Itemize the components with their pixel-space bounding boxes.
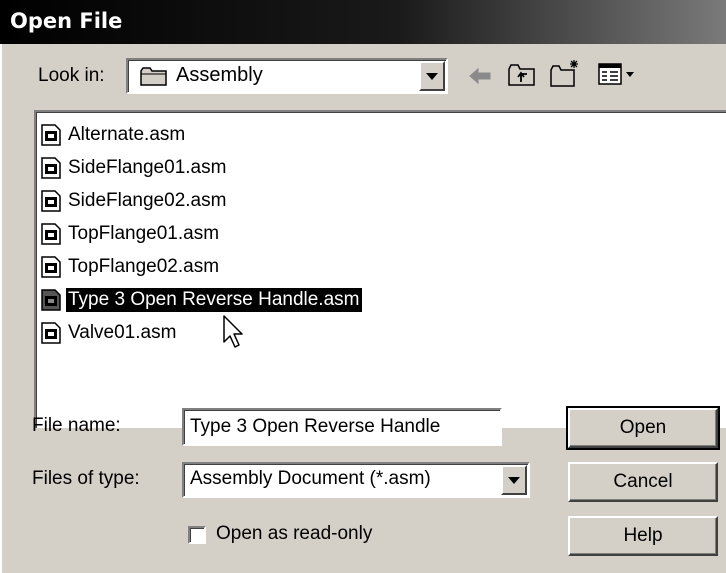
file-list-item-selected[interactable]: Type 3 Open Reverse Handle.asm (41, 285, 362, 315)
file-name-text: TopFlange01.asm (68, 223, 220, 244)
files-of-type-value: Assembly Document (*.asm) (190, 468, 431, 489)
file-name-text: Valve01.asm (68, 322, 177, 343)
window-title: Open File (10, 9, 123, 33)
file-list-item[interactable]: TopFlange02.asm (41, 252, 221, 282)
file-list-item[interactable]: SideFlange02.asm (41, 186, 228, 216)
open-button[interactable]: Open (566, 406, 720, 450)
files-of-type-dropdown-button[interactable] (501, 465, 527, 495)
file-name-text: TopFlange02.asm (68, 256, 220, 277)
file-name-input[interactable]: Type 3 Open Reverse Handle (182, 408, 502, 446)
file-list-item[interactable]: Alternate.asm (41, 120, 187, 150)
look-in-label: Look in: (38, 65, 105, 86)
assembly-file-icon (41, 322, 61, 344)
file-name-label: File name: (32, 415, 121, 436)
read-only-checkbox[interactable] (188, 526, 206, 544)
look-in-combo[interactable]: Assembly (126, 58, 448, 94)
file-name-text: SideFlange01.asm (68, 157, 227, 178)
cancel-button[interactable]: Cancel (568, 462, 718, 502)
look-in-value: Assembly (176, 64, 263, 86)
assembly-file-icon (41, 157, 61, 179)
create-new-folder-icon[interactable] (550, 58, 582, 93)
file-name-text: Alternate.asm (68, 124, 186, 145)
file-list[interactable]: Alternate.asm SideFlange01.asm SideFlang… (34, 110, 726, 428)
file-list-item[interactable]: SideFlange01.asm (41, 153, 228, 183)
assembly-file-icon (41, 256, 61, 278)
file-name-text: Type 3 Open Reverse Handle.asm (66, 288, 362, 312)
help-button[interactable]: Help (568, 516, 718, 556)
assembly-file-icon (41, 223, 61, 245)
file-list-item[interactable]: TopFlange01.asm (41, 219, 221, 249)
folder-icon (140, 66, 168, 91)
files-of-type-label: Files of type: (32, 468, 140, 489)
up-one-level-icon[interactable] (508, 63, 536, 92)
title-bar: Open File (0, 0, 726, 44)
read-only-label: Open as read-only (216, 523, 373, 544)
open-file-dialog: Look in: Assembly Alternate.asm SideFlan… (0, 44, 726, 573)
back-arrow-icon[interactable] (468, 66, 494, 91)
files-of-type-combo[interactable]: Assembly Document (*.asm) (182, 462, 530, 498)
file-name-text: SideFlange02.asm (68, 190, 227, 211)
assembly-file-icon (41, 289, 61, 311)
mouse-pointer-icon (222, 314, 246, 355)
look-in-dropdown-button[interactable] (419, 61, 445, 91)
assembly-file-icon (41, 190, 61, 212)
assembly-file-icon (41, 124, 61, 146)
file-list-item[interactable]: Valve01.asm (41, 318, 178, 348)
view-menu-icon[interactable] (598, 62, 638, 91)
